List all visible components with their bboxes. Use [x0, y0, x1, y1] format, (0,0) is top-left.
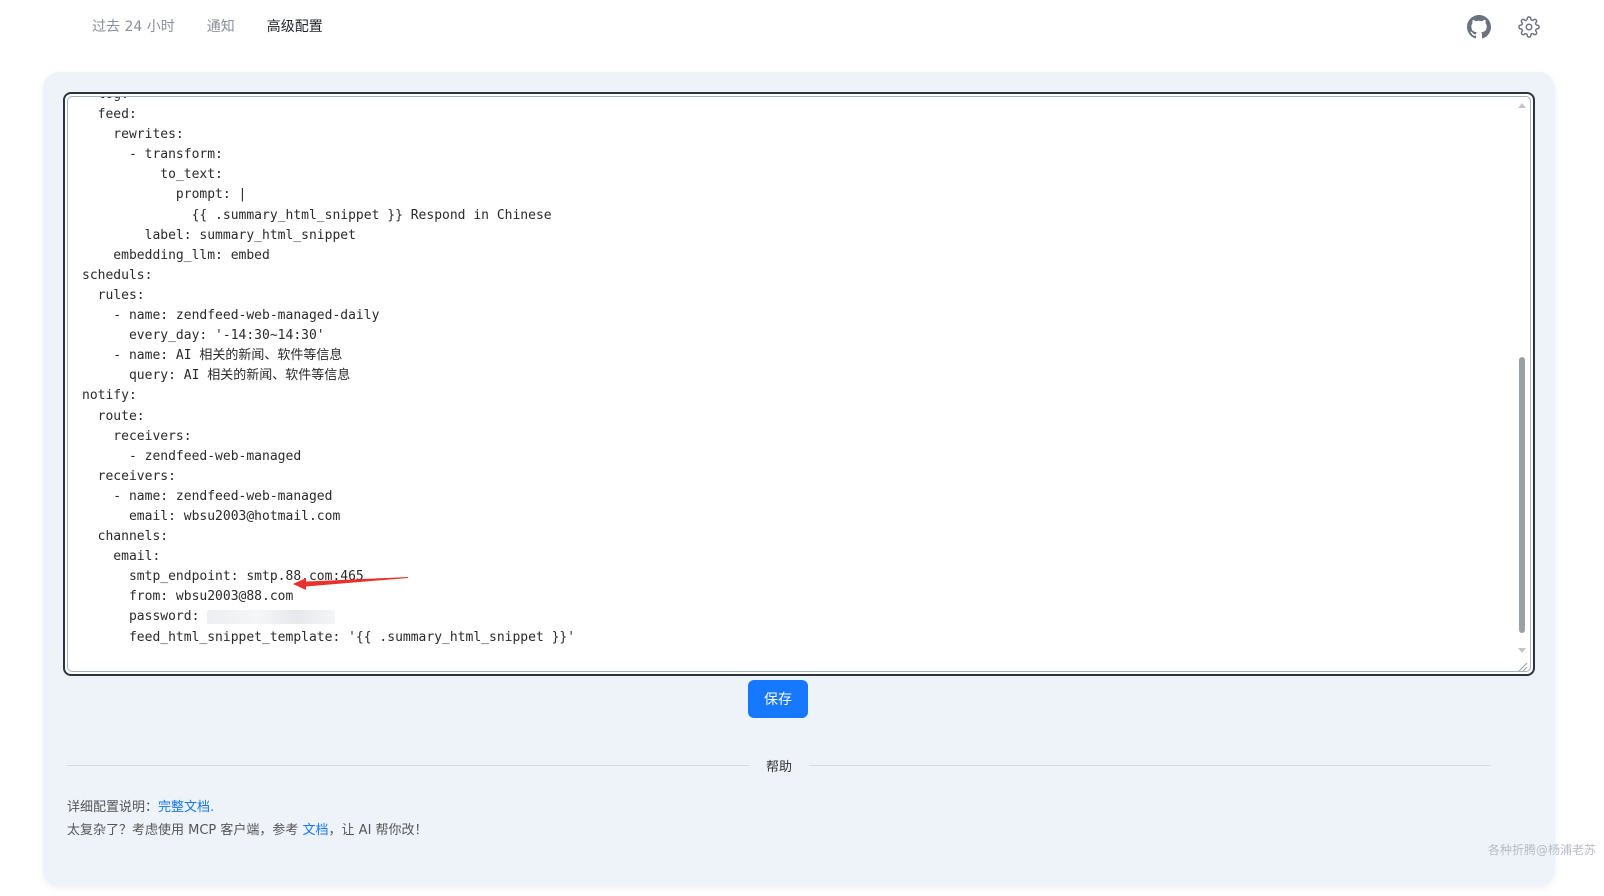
- help-mcp-text: 太复杂了？考虑使用 MCP 客户端，参考: [67, 823, 303, 838]
- code-line: email:: [82, 549, 161, 565]
- scroll-thumb[interactable]: [1519, 357, 1525, 633]
- tab-notifications[interactable]: 通知: [207, 16, 235, 38]
- code-line: receivers:: [82, 428, 192, 444]
- code-line: receivers:: [82, 468, 176, 484]
- tab-advanced-config[interactable]: 高级配置: [267, 16, 323, 38]
- watermark: 各种折腾@杨浦老苏: [1487, 843, 1596, 857]
- code-line: every_day: '-14:30~14:30': [82, 328, 325, 344]
- help-line-mcp: 太复杂了？考虑使用 MCP 客户端，参考 文档，让 AI 帮你改！: [67, 819, 428, 842]
- code-line: to_text:: [82, 167, 223, 183]
- help-divider: 帮助: [67, 754, 1491, 776]
- code-line: - name: zendfeed-web-managed-daily: [82, 308, 380, 324]
- config-textarea[interactable]: log: feed: rewrites: - transform: to_tex…: [67, 96, 1531, 672]
- code-line: {{ .summary_html_snippet }} Respond in C…: [82, 207, 552, 223]
- full-docs-link[interactable]: 完整文档.: [158, 800, 214, 815]
- code-line: rules:: [82, 287, 145, 303]
- code-line: from: wbsu2003@88.com: [82, 589, 294, 605]
- help-section: 详细配置说明：完整文档. 太复杂了？考虑使用 MCP 客户端，参考 文档，让 A…: [67, 796, 428, 842]
- code-line: rewrites:: [82, 127, 184, 143]
- help-line-docs: 详细配置说明：完整文档.: [67, 796, 428, 819]
- config-card: log: feed: rewrites: - transform: to_tex…: [43, 72, 1555, 886]
- password-redaction: [207, 609, 336, 624]
- code-line: route:: [82, 408, 145, 424]
- code-line: - name: zendfeed-web-managed: [82, 488, 333, 504]
- divider-line-right: [809, 765, 1491, 766]
- code-line: email: wbsu2003@hotmail.com: [82, 508, 341, 524]
- code-line: feed_html_snippet_template: '{{ .summary…: [82, 629, 576, 645]
- scroll-down-arrow-icon[interactable]: [1518, 648, 1526, 653]
- code-line: query: AI 相关的新闻、软件等信息: [82, 368, 351, 384]
- scroll-up-arrow-icon[interactable]: [1518, 103, 1526, 108]
- code-line: - name: AI 相关的新闻、软件等信息: [82, 348, 343, 364]
- code-line: embedding_llm: embed: [82, 247, 270, 263]
- top-nav: 过去 24 小时 通知 高级配置: [92, 16, 323, 38]
- config-editor-frame: log: feed: rewrites: - transform: to_tex…: [63, 92, 1535, 676]
- code-line: - zendfeed-web-managed: [82, 448, 302, 464]
- gear-icon[interactable]: [1516, 14, 1542, 40]
- resize-handle-icon[interactable]: [1516, 657, 1528, 671]
- header-icons: [1466, 14, 1542, 40]
- save-button[interactable]: 保存: [748, 680, 808, 718]
- help-docs-label: 详细配置说明：: [67, 800, 159, 815]
- yaml-content[interactable]: log: feed: rewrites: - transform: to_tex…: [82, 97, 1506, 648]
- github-icon[interactable]: [1466, 14, 1492, 40]
- code-line: log:: [82, 97, 1506, 105]
- code-line: feed:: [82, 107, 137, 123]
- editor-scrollbar[interactable]: [1516, 101, 1528, 653]
- code-line: prompt: |: [82, 187, 247, 203]
- code-line: label: summary_html_snippet: [82, 227, 356, 243]
- code-line: - transform:: [82, 147, 223, 163]
- tab-last-24-hours[interactable]: 过去 24 小时: [92, 16, 175, 38]
- code-line: scheduls:: [82, 267, 153, 283]
- code-line: notify:: [82, 388, 137, 404]
- code-line: channels:: [82, 529, 169, 545]
- code-line: smtp_endpoint: smtp.88.com:465: [82, 569, 364, 585]
- code-line: password:: [82, 607, 1506, 627]
- help-mcp-suffix: ，让 AI 帮你改！: [328, 823, 428, 838]
- docs-link[interactable]: 文档: [303, 823, 329, 838]
